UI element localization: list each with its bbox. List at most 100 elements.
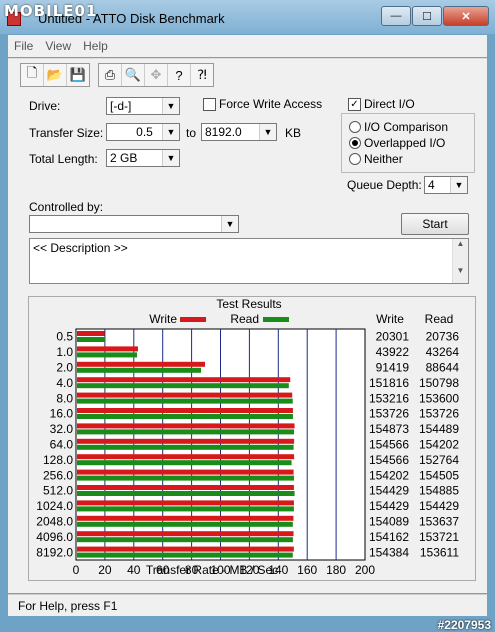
- new-icon[interactable]: 🗋: [21, 64, 44, 86]
- transfer-size-label: Transfer Size:: [29, 126, 104, 140]
- read-value: 153721: [419, 530, 459, 544]
- direct-io-checkbox[interactable]: ✓: [348, 98, 361, 111]
- write-value: 91419: [376, 361, 410, 375]
- legend-read-swatch: [263, 317, 289, 322]
- queue-depth-select[interactable]: 4 ▼: [424, 176, 468, 194]
- maximize-button[interactable]: ☐: [412, 6, 442, 26]
- y-tick-label: 64.0: [50, 438, 74, 452]
- menu-help[interactable]: Help: [77, 39, 114, 53]
- status-bar: For Help, press F1: [8, 594, 487, 616]
- y-tick-label: 2.0: [56, 361, 73, 375]
- menu-view[interactable]: View: [39, 39, 77, 53]
- direct-io-label: Direct I/O: [364, 97, 415, 111]
- start-button[interactable]: Start: [401, 213, 469, 235]
- description-field[interactable]: << Description >> ▲ ▼: [29, 238, 469, 284]
- close-button[interactable]: ✕: [443, 6, 489, 26]
- y-tick-label: 1024.0: [36, 499, 73, 513]
- legend-read-label: Read: [230, 312, 259, 326]
- write-bar: [77, 454, 295, 460]
- status-text: For Help, press F1: [18, 599, 118, 613]
- menu-bar: File View Help: [8, 35, 487, 57]
- minimize-button[interactable]: —: [381, 6, 411, 26]
- transfer-from-select[interactable]: 0.5 ▼: [106, 123, 180, 141]
- read-bar: [77, 475, 295, 481]
- chevron-down-icon: ▼: [162, 98, 179, 114]
- write-bar: [77, 485, 294, 490]
- read-value: 154885: [419, 484, 459, 498]
- read-value: 150798: [419, 376, 459, 390]
- read-value: 154489: [419, 422, 459, 436]
- total-length-select[interactable]: 2 GB ▼: [106, 149, 180, 167]
- force-write-label: Force Write Access: [219, 97, 323, 111]
- y-tick-label: 8192.0: [36, 545, 73, 559]
- read-bar: [77, 352, 138, 358]
- transfer-to-select[interactable]: 8192.0 ▼: [201, 123, 277, 141]
- write-value: 154089: [369, 515, 409, 529]
- io-comparison-radio[interactable]: [349, 121, 361, 133]
- y-tick-label: 2048.0: [36, 515, 73, 529]
- read-bar: [77, 398, 293, 404]
- open-icon[interactable]: 📂: [44, 64, 67, 86]
- total-length-label: Total Length:: [29, 152, 98, 166]
- read-bar: [77, 337, 106, 342]
- read-bar: [77, 491, 295, 496]
- chevron-down-icon: ▼: [162, 150, 179, 166]
- x-tick-label: 40: [127, 563, 141, 577]
- print-preview-icon[interactable]: 🔍: [122, 64, 145, 86]
- column-header-read: Read: [425, 312, 454, 326]
- write-value: 154429: [369, 484, 409, 498]
- read-bar: [77, 414, 293, 419]
- write-value: 153216: [369, 391, 409, 405]
- write-bar: [77, 408, 293, 413]
- read-bar: [77, 429, 295, 435]
- y-tick-label: 16.0: [50, 407, 74, 421]
- force-write-checkbox[interactable]: [203, 98, 216, 111]
- test-results-panel: Test Results Write Read Write Read 0 20 40…: [28, 296, 476, 581]
- description-scrollbar[interactable]: ▲ ▼: [452, 239, 468, 283]
- write-value: 154566: [369, 453, 409, 467]
- read-value: 154429: [419, 499, 459, 513]
- write-value: 20301: [376, 330, 410, 344]
- legend-write-swatch: [180, 317, 206, 322]
- read-value: 20736: [426, 330, 460, 344]
- read-bar: [77, 444, 294, 450]
- read-value: 88644: [426, 361, 460, 375]
- print-icon[interactable]: ⎙: [99, 64, 122, 86]
- chevron-down-icon: ▼: [221, 216, 238, 232]
- write-bar: [77, 515, 294, 521]
- y-tick-label: 128.0: [43, 453, 73, 467]
- write-bar: [77, 500, 294, 506]
- write-bar: [77, 392, 293, 398]
- y-tick-label: 0.5: [56, 330, 73, 344]
- write-bar: [77, 423, 295, 429]
- neither-radio[interactable]: [349, 153, 361, 165]
- context-help-icon[interactable]: ⁈: [191, 64, 213, 86]
- drive-select[interactable]: [-d-] ▼: [106, 97, 180, 115]
- read-value: 153611: [420, 545, 459, 559]
- x-tick-label: 200: [355, 563, 375, 577]
- read-value: 153726: [419, 407, 459, 421]
- write-bar: [77, 438, 295, 444]
- io-comparison-label: I/O Comparison: [364, 120, 449, 134]
- write-value: 154873: [369, 422, 409, 436]
- overlapped-io-radio[interactable]: [349, 137, 361, 149]
- move-icon: ✥: [145, 64, 168, 86]
- controlled-by-select[interactable]: ▼: [29, 215, 239, 233]
- read-bar: [77, 367, 202, 373]
- write-value: 43922: [376, 345, 410, 359]
- image-id: #2207953: [437, 618, 491, 632]
- save-icon[interactable]: 💾: [67, 64, 89, 86]
- neither-label: Neither: [364, 152, 403, 166]
- help-icon[interactable]: ?: [168, 64, 191, 86]
- legend-write-label: Write: [149, 312, 177, 326]
- menu-file[interactable]: File: [8, 39, 39, 53]
- write-bar: [77, 331, 105, 336]
- to-label: to: [186, 126, 197, 140]
- x-tick-label: 160: [297, 563, 317, 577]
- watermark-logo: MOBILE01: [4, 2, 98, 20]
- read-value: 153600: [419, 391, 459, 405]
- write-bar: [77, 361, 206, 367]
- write-bar: [77, 546, 294, 552]
- read-bar: [77, 506, 294, 512]
- write-value: 154429: [369, 499, 409, 513]
